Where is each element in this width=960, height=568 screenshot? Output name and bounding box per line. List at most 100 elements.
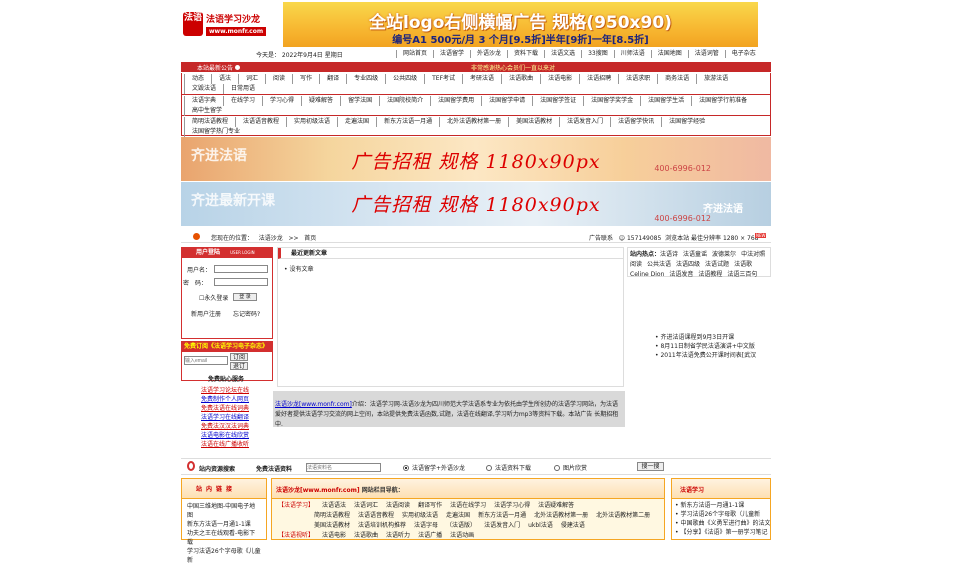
category-link[interactable]: 写作 [292,74,319,84]
service-link[interactable]: 免费法语在线词典 [201,404,261,413]
search-option-3[interactable]: 图片欣赏 [554,463,587,472]
top-nav-item[interactable]: 外语沙龙 [470,50,507,58]
category-link[interactable]: 留学法国 [340,96,379,106]
friend-link[interactable]: 新东方法语一月通1-1课 [187,520,261,529]
category-link[interactable]: 法国留学奖学金 [583,96,640,106]
column-link[interactable]: 翻译写作 [414,501,446,511]
qq-number[interactable]: 157149085 [627,235,661,242]
category-link[interactable]: 法国留学费用 [430,96,481,106]
friend-link[interactable]: 学习法语26个字母歌《儿童新 [187,547,261,565]
login-button[interactable]: 登 录 [233,293,257,301]
remember-me[interactable]: ☐永久登录 [199,293,228,302]
hot-tag[interactable]: 法语童谣 [683,251,712,258]
hot-tag[interactable]: 法语教程 [698,271,727,278]
top-banner-ad[interactable]: 全站logo右侧横幅广告 规格(950x90) 编号A1 500元/月 3 个月… [283,2,758,47]
learning-item[interactable]: • 新东方法语一月通1-1课 [675,501,767,510]
column-link[interactable]: 简明法语教程 [310,511,354,521]
category-link[interactable]: 法语歌曲 [501,74,540,84]
top-nav-item[interactable]: 33搜图 [581,50,614,58]
category-link[interactable]: 考研法语 [462,74,501,84]
category-link[interactable]: 实用初级法语 [286,117,337,127]
category-link[interactable]: 法语发音入门 [559,117,610,127]
column-link[interactable]: 走遍法国 [442,511,474,521]
search-option-2[interactable]: 法语资料下载 [486,463,531,472]
column-link[interactable]: ukbl法语 [524,521,557,531]
top-nav-item[interactable]: 法语文选 [544,50,581,58]
username-input[interactable] [214,265,268,273]
unsubscribe-button[interactable]: 退订 [230,362,248,370]
hot-tag[interactable]: 公共法语 [647,261,676,268]
category-link[interactable]: 动态 [184,74,211,84]
category-link[interactable]: 法语求职 [618,74,657,84]
top-nav-item[interactable]: 法语留学 [433,50,470,58]
hot-tag[interactable]: 波德莱尔 [712,251,741,258]
column-link[interactable]: 美国法语教材 [310,521,354,531]
learning-item[interactable]: • 学习法语26个字母歌（儿童新 [675,510,767,519]
top-nav-item[interactable]: 法语词管 [687,50,725,58]
news-item[interactable]: 2011年法语免费公开课时间表[武汉 [655,351,771,360]
column-link[interactable]: 法语发音入门 [480,521,524,531]
service-link[interactable]: 法语学习论坛在线 [201,386,261,395]
email-input[interactable] [184,356,228,365]
category-link[interactable]: 商务法语 [657,74,696,84]
friend-link[interactable]: 功夫之王在线观看-电影下载 [187,529,261,547]
intro-brand-link[interactable]: 法语沙龙[www.monfr.com] [275,401,352,408]
register-link[interactable]: 新用户注册 [191,309,221,318]
category-link[interactable]: 翻译 [319,74,346,84]
category-link[interactable]: 公共四级 [385,74,424,84]
category-link[interactable]: 词汇 [238,74,265,84]
search-button[interactable]: 搜一搜 [637,462,664,471]
column-link[interactable]: 法语阅读 [382,501,414,511]
category-link[interactable]: 文毁法语 [184,84,223,94]
search-option-1[interactable]: 法语留学+外语沙龙 [403,463,465,472]
category-link[interactable]: 法国留学经验 [661,117,712,127]
category-link[interactable]: 法国院校简介 [379,96,430,106]
news-item[interactable]: 齐进法语课程到9月3日开课 [655,333,771,342]
column-link[interactable]: 新东方法语一月通 [474,511,530,521]
top-nav-item[interactable]: 网站首页 [396,50,433,58]
breadcrumb-site-link[interactable]: 法语沙龙 [259,235,283,242]
category-link[interactable]: 高中生留学 [184,106,229,116]
column-link[interactable]: 法语培训机构推荐 [354,521,410,531]
column-link[interactable]: 北外法语教材第二册 [592,511,654,521]
category-link[interactable]: 旅游法语 [696,74,735,84]
column-link[interactable]: 侵建法语 [557,521,589,531]
search-input[interactable] [306,463,381,472]
category-link[interactable]: 走遍法国 [337,117,376,127]
category-link[interactable]: 日常用语 [223,84,262,94]
category-link[interactable]: 专业四级 [346,74,385,84]
category-link[interactable]: 法语字典 [184,96,223,106]
service-link[interactable]: 法语学习在线翻译 [201,413,261,422]
learning-item[interactable]: • 中国歌曲《义勇军进行曲》的法文 [675,519,770,528]
service-link[interactable]: 免费制作个人网页 [201,395,261,404]
friend-link[interactable]: 中国三维地图-中国电子地图 [187,502,261,520]
category-link[interactable]: 法国留学行前准备 [691,96,754,106]
top-nav-item[interactable]: 资料下载 [507,50,544,58]
subscribe-button[interactable]: 订阅 [230,353,248,361]
category-link[interactable]: 法语电影 [540,74,579,84]
learning-item[interactable]: • 【分享】《法语》第一册学习笔记 [675,528,767,537]
column-link[interactable]: 北外法语教材第一册 [530,511,592,521]
column-link[interactable]: 法语词汇 [350,501,382,511]
category-link[interactable]: 法国留学热门专业 [184,127,247,137]
column-link[interactable]: 法语语法 [318,501,350,511]
announcement-label[interactable]: 本站最新公告 [197,63,241,72]
top-nav-item[interactable]: 电子杂志 [724,50,762,58]
hot-tag[interactable]: 法语四级 [676,261,705,268]
category-link[interactable]: 法国留学签证 [532,96,583,106]
announcement-marquee[interactable]: 非常感谢热心会员们一直以来对 [471,63,555,72]
service-link[interactable]: 法语在线广播收听 [201,440,261,449]
column-link[interactable]: 法语字母 [410,521,442,531]
top-nav-item[interactable]: 法国地图 [650,50,688,58]
category-link[interactable]: 法语留学快讯 [610,117,661,127]
column-link[interactable]: 实用初级法语 [398,511,442,521]
category-link[interactable]: 北外法语教材第一册 [439,117,508,127]
category-link[interactable]: 简明法语教程 [184,117,235,127]
password-input[interactable] [214,278,268,286]
category-link[interactable]: 语法 [211,74,238,84]
column-link[interactable]: 法语语音教程 [354,511,398,521]
hot-tag[interactable]: 法语诗 [660,251,683,258]
column-link[interactable]: （法语版） [442,521,480,531]
forgot-password-link[interactable]: 忘记密码? [233,309,260,318]
category-link[interactable]: 美国法语教材 [508,117,559,127]
